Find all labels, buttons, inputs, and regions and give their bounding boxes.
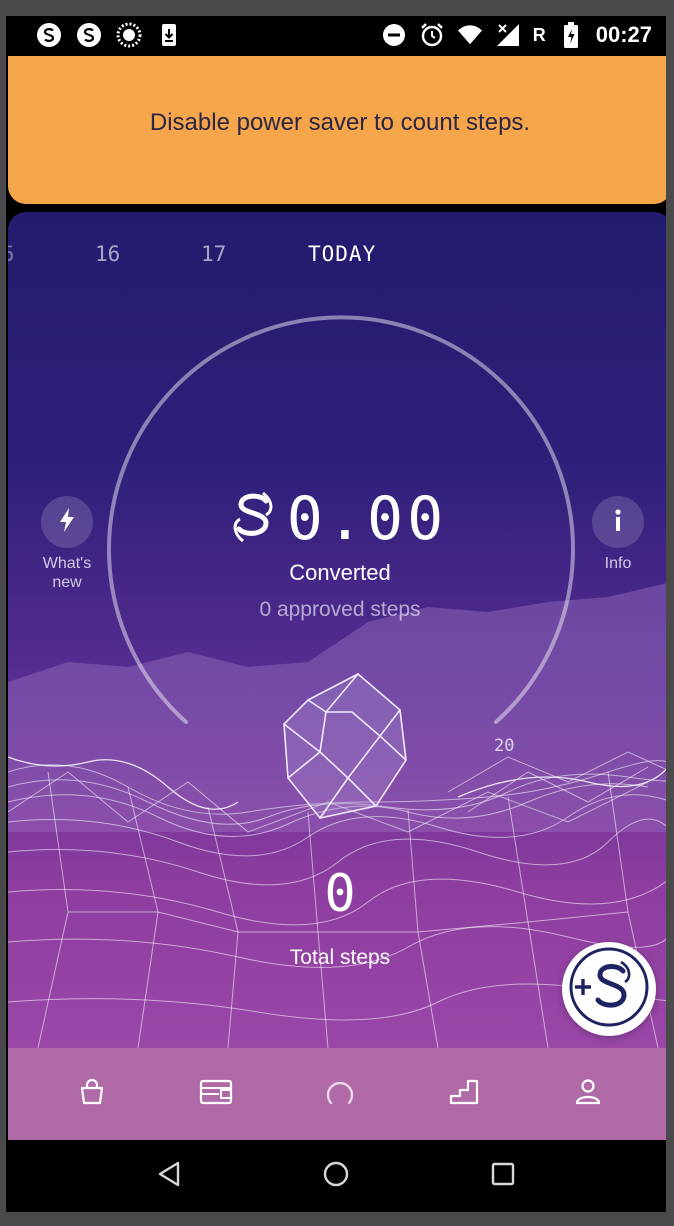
sweatcoin-notification-icon (76, 22, 102, 48)
tab-home[interactable] (310, 1064, 370, 1124)
day-tab-previous[interactable]: 5 (8, 242, 15, 266)
sweatcoin-icon (233, 491, 273, 547)
download-notification-icon (156, 22, 182, 48)
person-icon (574, 1077, 602, 1111)
tab-leaderboard[interactable] (434, 1064, 494, 1124)
alarm-icon (419, 22, 445, 48)
balance-amount: 0.00 (286, 484, 448, 554)
add-sweatcoin-icon (567, 945, 651, 1033)
approved-steps: 0 approved steps (259, 598, 421, 621)
wifi-icon (457, 22, 483, 48)
wallet-icon (199, 1077, 233, 1111)
back-button[interactable] (139, 1146, 199, 1206)
battery-charging-icon (558, 22, 584, 48)
balance: 0.00 (8, 484, 666, 554)
steps-dashboard: 5 16 17 TODAY What's new Info 0.00 Conve… (8, 212, 666, 1048)
signal-icon (495, 22, 521, 48)
day-tab-16[interactable]: 16 (95, 242, 120, 266)
shopping-bag-icon (77, 1077, 107, 1111)
recents-icon (490, 1161, 516, 1191)
sweatcoin-notification-icon (36, 22, 62, 48)
power-saver-banner[interactable]: Disable power saver to count steps. (8, 56, 666, 204)
total-steps-value: 0 (324, 864, 356, 924)
arc-icon (324, 1077, 356, 1111)
day-selector: 5 16 17 TODAY (8, 242, 666, 272)
back-icon (156, 1160, 182, 1192)
tab-wallet[interactable] (186, 1064, 246, 1124)
system-status-icons: R 00:27 (381, 22, 652, 48)
bottom-tab-bar (8, 1048, 666, 1140)
tab-profile[interactable] (558, 1064, 618, 1124)
do-not-disturb-icon (381, 22, 407, 48)
converted-label: Converted (289, 560, 391, 585)
add-sweatcoin-button[interactable] (562, 942, 656, 1036)
home-button[interactable] (306, 1146, 366, 1206)
status-bar: R 00:27 (6, 16, 666, 60)
device-frame: R 00:27 Disable power saver to count ste… (0, 0, 674, 1226)
notification-icons (36, 22, 182, 48)
system-navigation-bar (6, 1140, 666, 1212)
phone-screen: R 00:27 Disable power saver to count ste… (6, 16, 666, 1212)
clock: 00:27 (595, 22, 652, 47)
spinner-notification-icon (116, 22, 142, 48)
home-icon (322, 1160, 350, 1192)
recents-button[interactable] (473, 1146, 533, 1206)
day-tab-today[interactable]: TODAY (308, 242, 376, 266)
roaming-indicator: R (532, 24, 546, 45)
banner-message: Disable power saver to count steps. (149, 109, 531, 136)
stairs-icon (448, 1077, 480, 1111)
tab-shop[interactable] (62, 1064, 122, 1124)
day-tab-17[interactable]: 17 (201, 242, 226, 266)
goal-marker: 20 (494, 736, 515, 756)
